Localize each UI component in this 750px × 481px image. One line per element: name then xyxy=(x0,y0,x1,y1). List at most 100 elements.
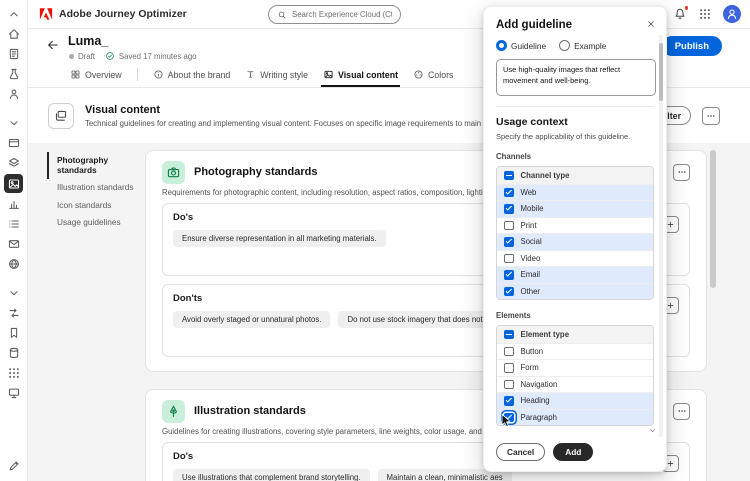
illustration-do-chip[interactable]: Use illustrations that complement brand … xyxy=(173,469,370,481)
channel-checkbox-mobile[interactable] xyxy=(504,204,514,214)
subnav-item-usage-guidelines[interactable]: Usage guidelines xyxy=(47,214,147,232)
channel-select-all-checkbox[interactable] xyxy=(504,171,514,181)
bookmark-icon[interactable] xyxy=(7,326,21,340)
home-icon[interactable] xyxy=(7,27,21,41)
channel-row-email[interactable]: Email xyxy=(497,266,653,283)
chevron-down-icon[interactable] xyxy=(7,286,21,300)
apps-grid-icon[interactable] xyxy=(698,7,712,21)
monitor-icon[interactable] xyxy=(7,386,21,400)
subnav-item-illustration-standards[interactable]: Illustration standards xyxy=(47,179,147,197)
usage-context-description: Specify the applicability of this guidel… xyxy=(496,132,654,141)
tab-colors[interactable]: Colors xyxy=(413,62,453,87)
saved-check-icon xyxy=(105,51,115,61)
globe-icon[interactable] xyxy=(7,257,21,271)
radio-guideline-label: Guideline xyxy=(511,41,546,51)
notifications-bell-icon[interactable] xyxy=(673,7,687,21)
back-button[interactable] xyxy=(46,38,60,52)
global-search-input[interactable]: Search Experience Cloud (Ctrl+/) xyxy=(268,5,401,24)
publish-button[interactable]: Publish xyxy=(662,36,722,56)
tab-divider xyxy=(137,68,138,81)
channel-checkbox-other[interactable] xyxy=(504,287,514,297)
element-checkbox-form[interactable] xyxy=(504,363,514,373)
channels-table: Channel typeWebMobilePrintSocialVideoEma… xyxy=(496,166,654,300)
channel-checkbox-web[interactable] xyxy=(504,188,514,198)
mail-icon[interactable] xyxy=(7,237,21,251)
database-icon[interactable] xyxy=(7,346,21,360)
page-scrollbar-thumb[interactable] xyxy=(710,150,716,288)
divider xyxy=(496,106,654,107)
channel-checkbox-video[interactable] xyxy=(504,254,514,264)
layers-icon[interactable] xyxy=(7,156,21,170)
notification-badge xyxy=(684,5,690,11)
scroll-down-indicator[interactable] xyxy=(648,426,657,435)
element-checkbox-button[interactable] xyxy=(504,347,514,357)
tab-overview[interactable]: Overview xyxy=(70,62,122,87)
chevron-up-icon[interactable] xyxy=(7,7,21,21)
cancel-button[interactable]: Cancel xyxy=(496,443,545,461)
radio-example[interactable]: Example xyxy=(559,40,606,51)
element-checkbox-heading[interactable] xyxy=(504,396,514,406)
photography-do-chip[interactable]: Ensure diverse representation in all mar… xyxy=(173,230,386,247)
users-icon[interactable] xyxy=(7,87,21,101)
camera-icon xyxy=(162,161,185,184)
avatar[interactable] xyxy=(723,5,741,23)
channel-checkbox-social[interactable] xyxy=(504,237,514,247)
channel-row-print[interactable]: Print xyxy=(497,217,653,234)
image-icon xyxy=(323,69,334,80)
image-icon[interactable] xyxy=(4,174,23,193)
chevron-down-icon[interactable] xyxy=(7,116,21,130)
panel-scrollbar-thumb[interactable] xyxy=(659,43,663,101)
tab-writing-style[interactable]: Writing style xyxy=(245,62,308,87)
element-row-paragraph[interactable]: Paragraph xyxy=(497,409,653,426)
channel-row-social[interactable]: Social xyxy=(497,233,653,250)
subnav-item-icon-standards[interactable]: Icon standards xyxy=(47,197,147,215)
channel-row-video[interactable]: Video xyxy=(497,250,653,267)
close-icon[interactable] xyxy=(643,16,658,31)
pen-icon[interactable] xyxy=(7,459,21,473)
flask-icon[interactable] xyxy=(7,67,21,81)
element-select-all-checkbox[interactable] xyxy=(504,330,514,340)
chart-icon[interactable] xyxy=(7,197,21,211)
photography-dont-chip[interactable]: Avoid overly staged or unnatural photos. xyxy=(173,311,330,328)
panel-scrollbar[interactable] xyxy=(659,35,663,437)
radio-guideline[interactable]: Guideline xyxy=(496,40,546,51)
card-icon[interactable] xyxy=(7,136,21,150)
element-checkbox-paragraph[interactable] xyxy=(504,413,514,423)
element-row-navigation[interactable]: Navigation xyxy=(497,376,653,393)
page-title: Luma_ xyxy=(68,34,108,48)
channel-label-email: Email xyxy=(521,270,541,279)
card-more-button[interactable] xyxy=(673,403,690,420)
element-row-button[interactable]: Button xyxy=(497,343,653,360)
vector-pen-icon xyxy=(162,400,185,423)
element-row-heading[interactable]: Heading xyxy=(497,392,653,409)
section-more-button[interactable] xyxy=(702,107,720,125)
add-button[interactable]: Add xyxy=(553,443,593,461)
channel-row-other[interactable]: Other xyxy=(497,283,653,300)
channel-row-mobile[interactable]: Mobile xyxy=(497,200,653,217)
card-more-button[interactable] xyxy=(673,164,690,181)
panel-footer: Cancel Add xyxy=(496,443,593,461)
clipboard-icon[interactable] xyxy=(7,47,21,61)
list-icon[interactable] xyxy=(7,217,21,231)
standards-subnav: Photography standardsIllustration standa… xyxy=(47,152,147,232)
search-icon xyxy=(277,10,287,20)
element-label-navigation: Navigation xyxy=(521,380,558,389)
app-name: Adobe Journey Optimizer xyxy=(59,8,187,20)
element-checkbox-navigation[interactable] xyxy=(504,380,514,390)
channel-checkbox-email[interactable] xyxy=(504,270,514,280)
channel-label-other: Other xyxy=(521,287,541,296)
apps-icon[interactable] xyxy=(7,366,21,380)
images-icon xyxy=(48,103,74,129)
tab-about-the-brand[interactable]: About the brand xyxy=(153,62,231,87)
flow-icon[interactable] xyxy=(7,306,21,320)
subnav-item-photography-standards[interactable]: Photography standards xyxy=(47,152,147,179)
channel-checkbox-print[interactable] xyxy=(504,221,514,231)
panel-title: Add guideline xyxy=(496,19,654,31)
element-header-label: Element type xyxy=(521,330,570,339)
channel-row-web[interactable]: Web xyxy=(497,184,653,201)
adobe-logo-icon xyxy=(39,7,53,21)
tab-visual-content[interactable]: Visual content xyxy=(323,62,398,87)
element-row-form[interactable]: Form xyxy=(497,359,653,376)
guideline-text-input[interactable]: Use high-quality images that reflect mov… xyxy=(496,59,656,96)
tab-label: Overview xyxy=(85,70,122,80)
